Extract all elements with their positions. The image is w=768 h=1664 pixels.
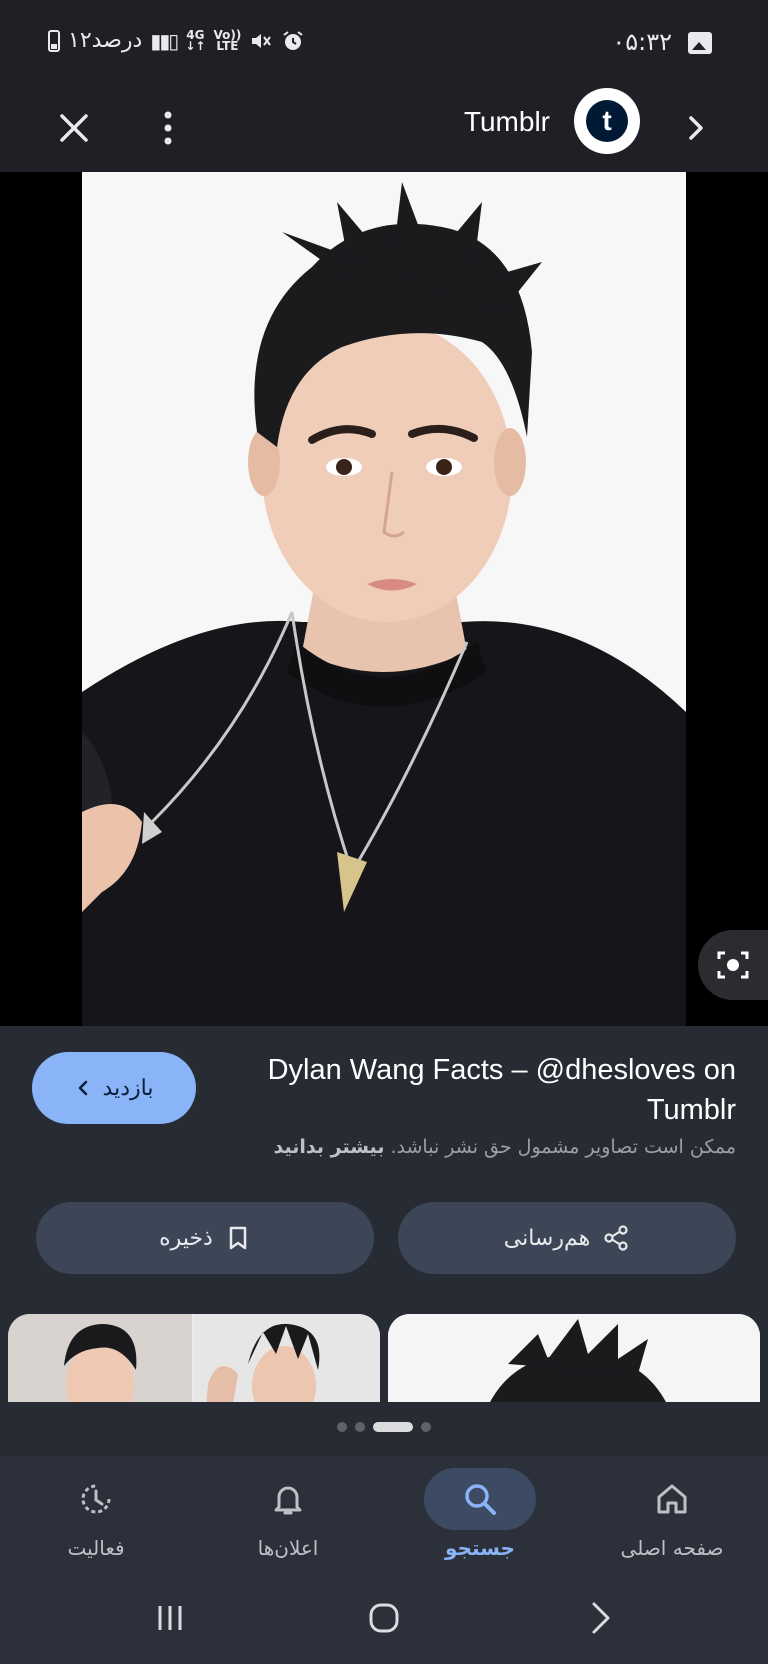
bookmark-icon [229,1226,247,1250]
network-type: 4G ↓↑ [185,27,206,53]
source-title[interactable]: Tumblr [464,106,550,138]
image-viewer[interactable] [0,172,768,1026]
result-title[interactable]: Dylan Wang Facts – @dhesloves on Tumblr [236,1050,736,1130]
visit-button[interactable]: بازدید [32,1052,196,1124]
nav-icon-wrap [40,1468,152,1530]
related-image-thumbnail[interactable] [388,1314,760,1402]
status-bar: ۱۲درصد ▮▮▯ 4G ↓↑ Vo)) LTE ۰۵:۳۲ [0,0,768,86]
back-system-button[interactable] [570,1588,630,1648]
visit-label: بازدید [102,1075,154,1100]
nav-label-home: صفحه اصلی [620,1536,724,1560]
carousel-dot-active [373,1422,413,1432]
lens-icon [717,951,749,979]
chevron-left-icon [78,1080,87,1096]
search-icon [465,1484,496,1515]
more-options-button[interactable] [144,104,192,152]
learn-more-link[interactable]: بیشتر بدانید [274,1136,385,1158]
nav-home[interactable]: صفحه اصلی [576,1456,768,1574]
carousel-indicator [0,1422,768,1432]
nav-label-notifications: اعلان‌ها [257,1536,319,1560]
save-button[interactable]: ذخیره [36,1202,374,1274]
nav-icon-wrap [616,1468,728,1530]
nav-icon-wrap [232,1468,344,1530]
system-navigation-bar [0,1574,768,1664]
close-icon [60,114,88,142]
history-icon [81,1484,111,1514]
bottom-navigation: صفحه اصلی جستجو اعلان‌ها فعالیت [0,1456,768,1574]
carousel-dot [337,1422,347,1432]
chevron-right-icon [592,1602,610,1634]
volte-indicator: Vo)) LTE [213,27,242,53]
home-icon [657,1484,687,1514]
home-circle-icon [369,1603,399,1633]
share-button[interactable]: هم‌رسانی [398,1202,736,1274]
portrait-image [82,172,686,1026]
battery-level: ۱۲درصد [68,28,143,53]
nav-notifications[interactable]: اعلان‌ها [192,1456,384,1574]
alarm-icon [283,30,304,50]
clock: ۰۵:۳۲ [612,28,672,56]
tumblr-logo-letter: t [586,100,628,142]
signal-icon: ▮▮▯ [150,28,179,53]
carousel-dot [355,1422,365,1432]
share-icon [604,1225,628,1251]
related-image-thumbnail[interactable] [8,1314,380,1402]
gallery-notification-icon [688,32,712,54]
bell-icon [274,1486,302,1515]
notice-text: ممکن است تصاویر مشمول حق نشر نباشد. [390,1136,737,1158]
nav-search[interactable]: جستجو [384,1456,576,1574]
home-system-button[interactable] [354,1588,414,1648]
nav-activity[interactable]: فعالیت [0,1456,192,1574]
more-vert-icon [164,111,172,145]
nav-label-search: جستجو [445,1536,515,1560]
source-logo[interactable]: t [574,88,640,154]
nav-icon-wrap [424,1468,536,1530]
related-thumbnail-image [388,1314,760,1402]
next-result-button[interactable] [672,104,720,152]
related-images-strip [0,1314,768,1402]
viewer-top-bar: Tumblr t [0,86,768,172]
nav-label-activity: فعالیت [67,1536,125,1560]
save-label: ذخیره [159,1225,213,1251]
result-image[interactable] [82,172,686,1026]
share-label: هم‌رسانی [503,1225,591,1251]
chevron-right-icon [689,116,703,140]
close-button[interactable] [50,104,98,152]
recent-apps-button[interactable] [140,1588,200,1648]
mute-icon [252,33,272,48]
result-info-panel: بازدید Dylan Wang Facts – @dhesloves on … [0,1026,768,1456]
status-left-cluster: ۱۲درصد ▮▮▯ 4G ↓↑ Vo)) LTE [48,28,305,53]
carousel-dot [421,1422,431,1432]
battery-icon [48,29,60,52]
lens-search-button[interactable] [698,930,768,1000]
related-thumbnail-image [8,1314,380,1402]
copyright-notice: ممکن است تصاویر مشمول حق نشر نباشد. بیشت… [36,1136,736,1158]
recents-icon [158,1606,182,1630]
